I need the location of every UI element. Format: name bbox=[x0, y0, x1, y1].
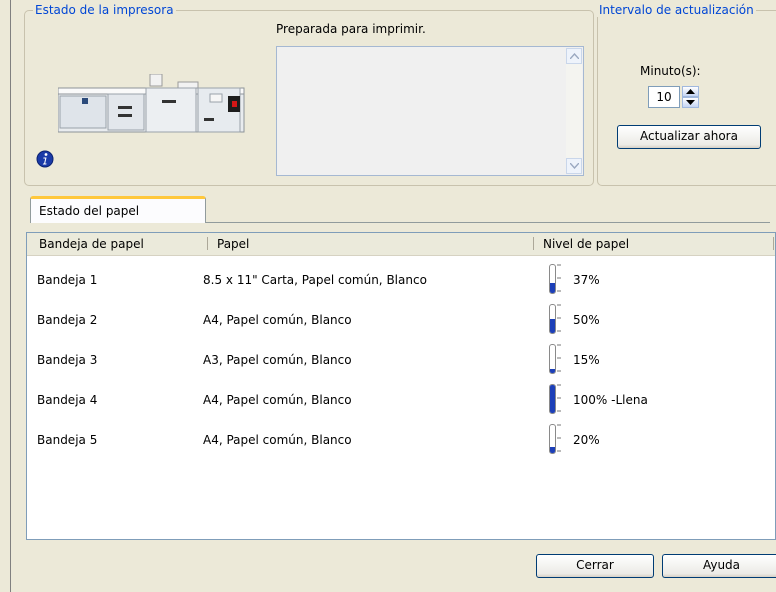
gauge-ticks bbox=[557, 304, 561, 332]
column-header-level[interactable]: Nivel de papel bbox=[543, 237, 629, 251]
paper-description: 8.5 x 11" Carta, Papel común, Blanco bbox=[203, 273, 427, 287]
printer-status-legend: Estado de la impresora bbox=[33, 3, 176, 17]
column-header-paper[interactable]: Papel bbox=[217, 237, 249, 251]
refresh-interval-legend: Intervalo de actualización bbox=[597, 3, 756, 17]
arrow-down-icon bbox=[686, 100, 695, 105]
paper-level-gauge-icon bbox=[547, 344, 563, 374]
refresh-now-button[interactable]: Actualizar ahora bbox=[617, 125, 761, 149]
gauge-ticks bbox=[557, 384, 561, 412]
table-row[interactable]: Bandeja 3 A3, Papel común, Blanco 15% bbox=[27, 340, 775, 380]
paper-level-text: 20% bbox=[573, 433, 600, 447]
chevron-up-icon bbox=[570, 53, 579, 59]
status-scrollbar[interactable] bbox=[566, 48, 582, 174]
column-separator[interactable] bbox=[773, 237, 774, 250]
paper-description: A4, Papel común, Blanco bbox=[203, 393, 352, 407]
table-row[interactable]: Bandeja 4 A4, Papel común, Blanco 100% -… bbox=[27, 380, 775, 420]
paper-level-text: 15% bbox=[573, 353, 600, 367]
gauge-ticks bbox=[557, 424, 561, 452]
gauge-fill bbox=[550, 369, 555, 373]
tray-name: Bandeja 1 bbox=[37, 273, 98, 287]
minutes-label: Minuto(s): bbox=[640, 64, 701, 78]
table-header: Bandeja de papel Papel Nivel de papel bbox=[27, 233, 775, 256]
paper-level-gauge-icon bbox=[547, 424, 563, 454]
column-separator[interactable] bbox=[533, 237, 534, 250]
table-row[interactable]: Bandeja 2 A4, Papel común, Blanco 50% bbox=[27, 300, 775, 340]
tab-label: Estado del papel bbox=[39, 204, 140, 218]
paper-level-text: 50% bbox=[573, 313, 600, 327]
paper-description: A4, Papel común, Blanco bbox=[203, 433, 352, 447]
production-printer-image bbox=[58, 74, 245, 133]
help-button[interactable]: Ayuda bbox=[662, 554, 776, 578]
tab-paper-status[interactable]: Estado del papel bbox=[30, 196, 206, 223]
paper-status-table[interactable]: Bandeja de papel Papel Nivel de papel Ba… bbox=[26, 232, 776, 540]
gauge-fill bbox=[550, 283, 555, 293]
gauge-tube bbox=[549, 424, 556, 454]
paper-level-text: 37% bbox=[573, 273, 600, 287]
table-row[interactable]: Bandeja 1 8.5 x 11" Carta, Papel común, … bbox=[27, 260, 775, 300]
gauge-tube bbox=[549, 264, 556, 294]
gauge-tube bbox=[549, 384, 556, 414]
table-row[interactable]: Bandeja 5 A4, Papel común, Blanco 20% bbox=[27, 420, 775, 460]
scroll-up-button[interactable] bbox=[566, 48, 582, 64]
info-icon[interactable] bbox=[36, 150, 54, 168]
paper-description: A3, Papel común, Blanco bbox=[203, 353, 352, 367]
paper-level-gauge-icon bbox=[547, 384, 563, 414]
gauge-ticks bbox=[557, 264, 561, 292]
column-header-tray[interactable]: Bandeja de papel bbox=[39, 237, 144, 251]
minutes-down-button[interactable] bbox=[682, 97, 699, 108]
printer-status-textbox[interactable] bbox=[276, 46, 584, 176]
tray-name: Bandeja 2 bbox=[37, 313, 98, 327]
gauge-fill bbox=[550, 385, 555, 413]
close-button[interactable]: Cerrar bbox=[536, 554, 654, 578]
scroll-down-button[interactable] bbox=[566, 158, 582, 174]
gauge-tube bbox=[549, 304, 556, 334]
gauge-fill bbox=[550, 319, 555, 333]
window-left-edge bbox=[0, 0, 11, 592]
minutes-up-button[interactable] bbox=[682, 86, 699, 97]
paper-level-text: 100% -Llena bbox=[573, 393, 648, 407]
gauge-fill bbox=[550, 447, 555, 453]
gauge-tube bbox=[549, 344, 556, 374]
paper-description: A4, Papel común, Blanco bbox=[203, 313, 352, 327]
paper-level-gauge-icon bbox=[547, 304, 563, 334]
gauge-ticks bbox=[557, 344, 561, 372]
tab-divider bbox=[206, 222, 770, 223]
column-separator[interactable] bbox=[207, 237, 208, 250]
tray-name: Bandeja 4 bbox=[37, 393, 98, 407]
minutes-input[interactable]: 10 bbox=[648, 86, 680, 108]
chevron-down-icon bbox=[570, 163, 579, 169]
printer-status-message: Preparada para imprimir. bbox=[276, 22, 426, 36]
arrow-up-icon bbox=[686, 89, 695, 94]
tray-name: Bandeja 5 bbox=[37, 433, 98, 447]
tray-name: Bandeja 3 bbox=[37, 353, 98, 367]
paper-level-gauge-icon bbox=[547, 264, 563, 294]
